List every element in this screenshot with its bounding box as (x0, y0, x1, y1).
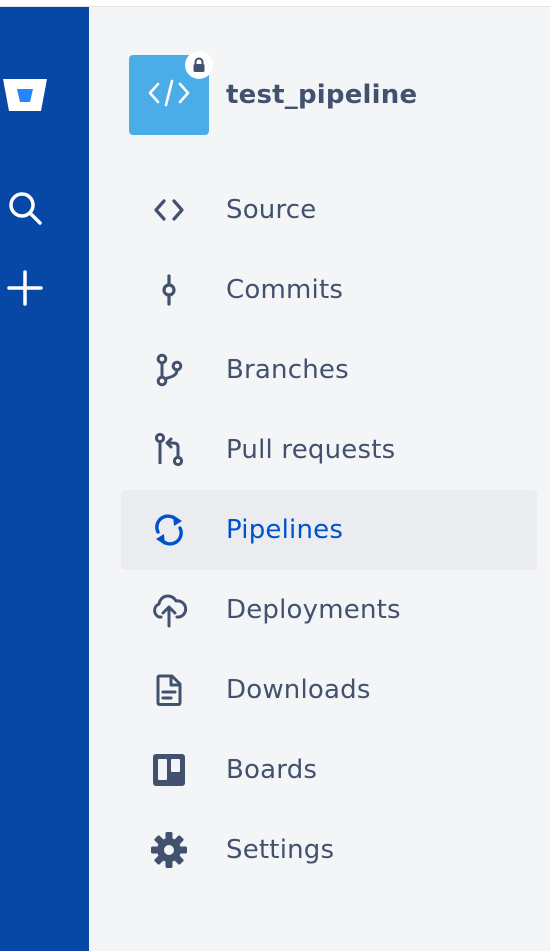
browser-top-edge (0, 0, 550, 7)
gear-icon (145, 826, 193, 874)
repo-header[interactable]: test_pipeline (129, 51, 417, 135)
code-icon (145, 186, 193, 234)
bitbucket-logo-icon[interactable] (0, 70, 50, 120)
nav-item-label: Downloads (226, 675, 371, 705)
lock-icon (185, 51, 213, 79)
nav-item-label: Commits (226, 275, 344, 305)
plus-icon[interactable] (0, 263, 50, 313)
nav-item-downloads[interactable]: Downloads (121, 650, 537, 730)
nav-item-pipelines[interactable]: Pipelines (121, 490, 537, 570)
nav-item-settings[interactable]: Settings (121, 810, 537, 890)
nav-item-pull-requests[interactable]: Pull requests (121, 410, 537, 490)
branch-icon (145, 346, 193, 394)
repo-name[interactable]: test_pipeline (226, 80, 417, 110)
nav-item-label: Boards (226, 755, 318, 785)
repo-nav: Source Commits Branches Pull requests Pi… (121, 170, 537, 890)
nav-item-source[interactable]: Source (121, 170, 537, 250)
nav-item-label: Source (226, 195, 317, 225)
repo-avatar[interactable] (129, 51, 213, 135)
code-brackets-icon (147, 78, 191, 112)
nav-item-deployments[interactable]: Deployments (121, 570, 537, 650)
nav-item-label: Branches (226, 355, 349, 385)
commit-icon (145, 266, 193, 314)
nav-item-commits[interactable]: Commits (121, 250, 537, 330)
nav-item-label: Pipelines (226, 515, 344, 545)
global-nav (0, 7, 89, 951)
nav-item-branches[interactable]: Branches (121, 330, 537, 410)
cloud-upload-icon (145, 586, 193, 634)
board-icon (145, 746, 193, 794)
nav-item-boards[interactable]: Boards (121, 730, 537, 810)
nav-item-label: Settings (226, 835, 335, 865)
repo-sidebar: test_pipeline Source Commits Branches Pu… (89, 7, 550, 951)
document-icon (145, 666, 193, 714)
nav-item-label: Pull requests (226, 435, 396, 465)
pull-request-icon (145, 426, 193, 474)
search-icon[interactable] (0, 183, 50, 233)
nav-item-label: Deployments (226, 595, 401, 625)
refresh-cycle-icon (145, 506, 193, 554)
